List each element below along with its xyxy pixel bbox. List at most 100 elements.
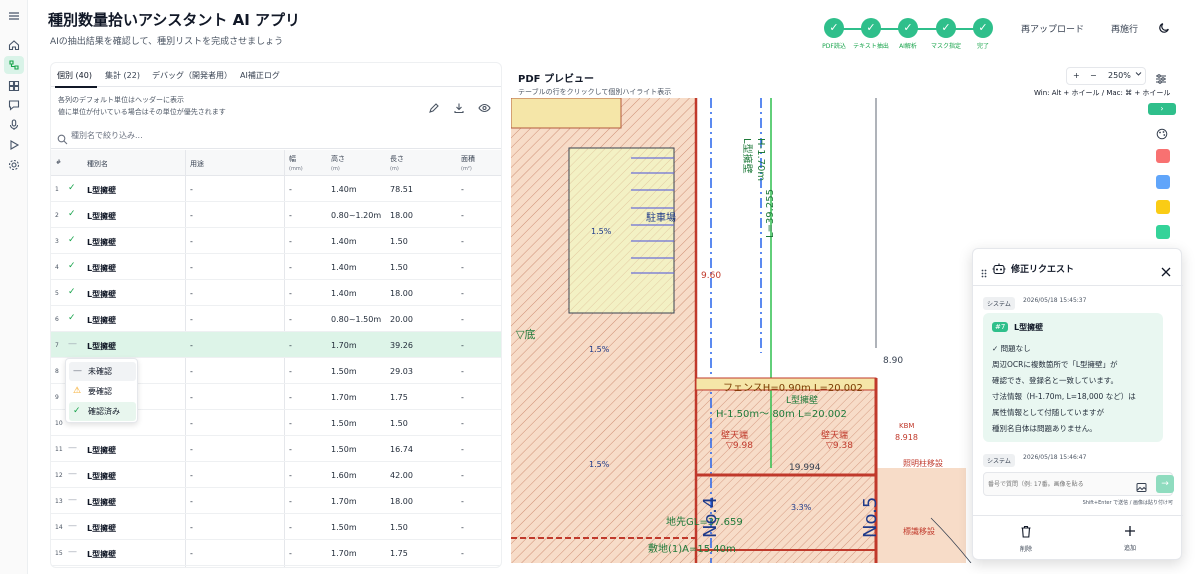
col-name[interactable]: 種別名 bbox=[87, 159, 108, 169]
workflow-icon[interactable] bbox=[4, 56, 24, 74]
pdf-title: PDF プレビュー bbox=[518, 74, 594, 85]
table-row[interactable]: 5 ✓ L型擁壁 - - 1.40m 18.00 - bbox=[51, 280, 501, 306]
table-row[interactable]: 15 — L型擁壁 - - 1.70m 1.75 - bbox=[51, 540, 501, 566]
status-option-needs-check[interactable]: ⚠ 要確認 bbox=[69, 382, 136, 401]
status-icon[interactable]: ✓ bbox=[68, 287, 76, 297]
status-icon[interactable]: — bbox=[68, 521, 77, 531]
reupload-button[interactable]: 再アップロード bbox=[1021, 22, 1084, 35]
status-icon[interactable]: — bbox=[68, 495, 77, 505]
height-cell: 1.70m bbox=[331, 393, 357, 402]
col-length[interactable]: 長さ (m) bbox=[390, 154, 404, 172]
eye-icon[interactable] bbox=[478, 99, 491, 113]
tab-summary[interactable]: 集計 (22) bbox=[105, 70, 140, 81]
image-attach-icon[interactable] bbox=[1136, 478, 1147, 497]
col-width[interactable]: 幅 (mm) bbox=[289, 154, 303, 172]
table-row[interactable]: 6 ✓ L型擁壁 - - 0.80~1.50m 20.00 - bbox=[51, 306, 501, 332]
close-icon[interactable] bbox=[1161, 262, 1171, 281]
ground-mark: ▽底 bbox=[516, 327, 535, 341]
pole-relocation: 照明柱移設 bbox=[903, 458, 943, 468]
width-cell: - bbox=[289, 367, 292, 376]
settings-sliders-icon[interactable] bbox=[1155, 70, 1167, 89]
chevron-down-icon[interactable] bbox=[1135, 70, 1142, 79]
spot-elevation-3: 19.994 bbox=[789, 463, 821, 473]
add-button[interactable]: 追加 bbox=[1100, 525, 1160, 552]
mic-icon[interactable] bbox=[7, 118, 21, 132]
play-icon[interactable] bbox=[7, 138, 21, 152]
palette-icon[interactable] bbox=[1156, 125, 1168, 144]
col-area[interactable]: 面積 (m²) bbox=[461, 154, 475, 172]
area-cell: - bbox=[461, 341, 464, 350]
check-icon: ✓ bbox=[898, 18, 918, 38]
table-row[interactable]: 1 ✓ L型擁壁 - - 1.40m 78.51 - bbox=[51, 176, 501, 202]
slope-1: 1.5% bbox=[591, 227, 612, 236]
color-swatch-blue[interactable] bbox=[1156, 175, 1170, 189]
height-cell: 1.50m bbox=[331, 419, 357, 428]
zoom-out-button[interactable]: − bbox=[1090, 71, 1097, 80]
grid-icon[interactable] bbox=[7, 79, 21, 93]
table-row[interactable]: 14 — L型擁壁 - - 1.50m 1.50 - bbox=[51, 514, 501, 540]
length-cell: 20.00 bbox=[390, 315, 413, 324]
row-number: 10 bbox=[55, 420, 63, 427]
question-input[interactable] bbox=[988, 476, 1122, 492]
home-icon[interactable] bbox=[7, 38, 21, 52]
use-cell: - bbox=[190, 237, 193, 246]
rerun-button[interactable]: 再施行 bbox=[1111, 22, 1138, 35]
tab-individual[interactable]: 個別 (40) bbox=[57, 70, 92, 81]
status-icon[interactable]: — bbox=[68, 469, 77, 479]
delete-button[interactable]: 削除 bbox=[996, 525, 1056, 553]
col-use[interactable]: 用途 bbox=[190, 159, 204, 169]
table-row[interactable]: 12 — L型擁壁 - - 1.60m 42.00 - bbox=[51, 462, 501, 488]
tab-ai-log[interactable]: AI補正ログ bbox=[240, 70, 280, 81]
title-block bbox=[511, 98, 622, 129]
status-icon[interactable]: ✓ bbox=[68, 261, 76, 271]
drag-handle-icon[interactable] bbox=[981, 263, 987, 282]
status-option-confirmed[interactable]: ✓ 確認済み bbox=[69, 402, 136, 421]
menu-icon[interactable] bbox=[7, 9, 21, 23]
status-option-unchecked[interactable]: — 未確認 bbox=[69, 362, 136, 381]
use-cell: - bbox=[190, 497, 193, 506]
table-row[interactable]: 11 — L型擁壁 - - 1.50m 16.74 - bbox=[51, 436, 501, 462]
area-cell: - bbox=[461, 497, 464, 506]
col-length-label: 長さ bbox=[390, 155, 404, 163]
area-cell: - bbox=[461, 523, 464, 532]
width-cell: - bbox=[289, 445, 292, 454]
tab-debug[interactable]: デバッグ（開発者用） bbox=[152, 70, 232, 81]
gear-icon[interactable] bbox=[7, 158, 21, 172]
send-button[interactable]: → bbox=[1156, 475, 1174, 493]
zoom-level-select[interactable]: 250% bbox=[1108, 71, 1131, 80]
color-swatch-green[interactable] bbox=[1156, 225, 1170, 239]
search-bar[interactable]: 種別名で絞り込み... bbox=[51, 123, 501, 149]
color-palette: › bbox=[1148, 103, 1176, 249]
search-input[interactable]: 種別名で絞り込み... bbox=[71, 130, 143, 141]
wall-vertical-2: H-1.70m bbox=[755, 138, 766, 181]
status-icon[interactable]: ✓ bbox=[68, 313, 76, 323]
status-icon[interactable]: ✓ bbox=[68, 183, 76, 193]
status-icon[interactable]: ✓ bbox=[68, 235, 76, 245]
status-icon[interactable]: ✓ bbox=[68, 209, 76, 219]
page-title: 種別数量拾いアシスタント AI アプリ bbox=[48, 11, 301, 29]
zoom-in-button[interactable]: + bbox=[1073, 71, 1080, 80]
table-row[interactable]: 7 — L型擁壁 - - 1.70m 39.26 - bbox=[51, 332, 501, 358]
length-cell: 18.00 bbox=[390, 211, 413, 220]
col-area-label: 面積 bbox=[461, 155, 475, 163]
chat-icon[interactable] bbox=[7, 98, 21, 112]
use-cell: - bbox=[190, 289, 193, 298]
pencil-icon[interactable] bbox=[428, 99, 440, 113]
status-icon[interactable]: — bbox=[68, 547, 77, 557]
table-row[interactable]: 3 ✓ L型擁壁 - - 1.40m 1.50 - bbox=[51, 228, 501, 254]
theme-toggle[interactable] bbox=[1158, 21, 1171, 37]
type-list-panel: 個別 (40) 集計 (22) デバッグ（開発者用） AI補正ログ 各列のデフォ… bbox=[50, 62, 502, 568]
area-cell: - bbox=[461, 445, 464, 454]
table-row[interactable]: 13 — L型擁壁 - - 1.70m 18.00 - bbox=[51, 488, 501, 514]
status-icon[interactable]: — bbox=[68, 443, 77, 453]
color-swatch-yellow[interactable] bbox=[1156, 200, 1170, 214]
color-swatch-red[interactable] bbox=[1156, 149, 1170, 163]
table-row[interactable]: 2 ✓ L型擁壁 - - 0.80~1.20m 18.00 - bbox=[51, 202, 501, 228]
collapse-palette-button[interactable]: › bbox=[1148, 103, 1176, 115]
slope-2: 1.5% bbox=[589, 345, 610, 354]
status-icon[interactable]: — bbox=[68, 339, 77, 349]
row-ref-badge[interactable]: #7 bbox=[992, 322, 1009, 332]
download-icon[interactable] bbox=[453, 99, 465, 114]
col-height[interactable]: 高さ (m) bbox=[331, 154, 345, 172]
table-row[interactable]: 4 ✓ L型擁壁 - - 1.40m 1.50 - bbox=[51, 254, 501, 280]
